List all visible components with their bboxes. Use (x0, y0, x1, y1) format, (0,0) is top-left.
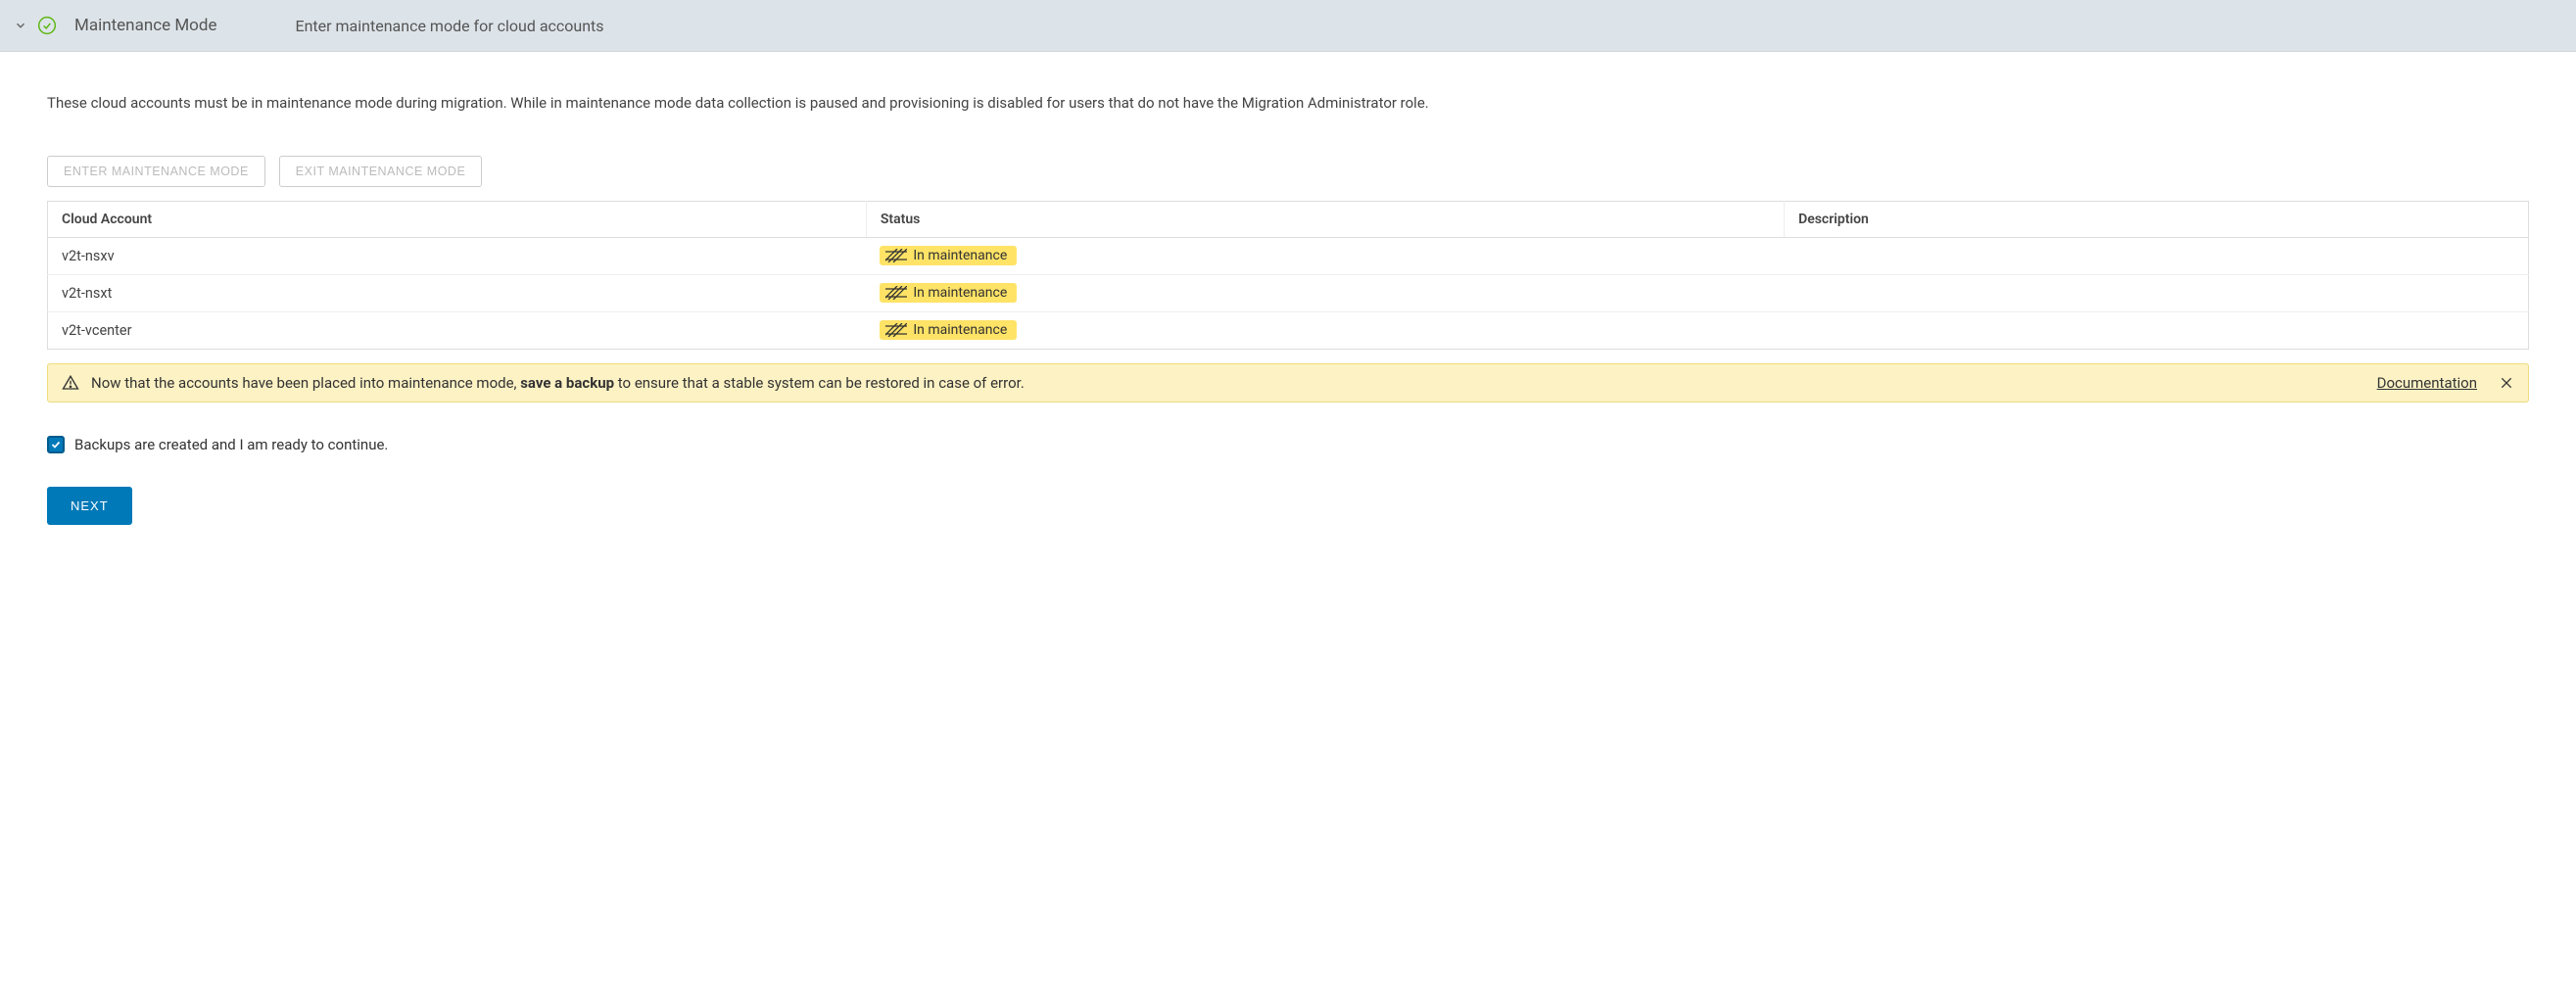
step-title: Maintenance Mode (74, 16, 216, 35)
cell-description (1785, 274, 2529, 311)
status-label: In maintenance (913, 322, 1007, 338)
exit-maintenance-button[interactable]: EXIT MAINTENANCE MODE (279, 156, 482, 187)
next-button[interactable]: NEXT (47, 487, 132, 525)
main-content: These cloud accounts must be in maintena… (0, 52, 2576, 564)
table-header-description[interactable]: Description (1785, 201, 2529, 237)
alert-text-suffix: to ensure that a stable system can be re… (614, 374, 1025, 392)
cell-account: v2t-nsxv (48, 237, 867, 274)
alert-text-bold: save a backup (520, 374, 614, 392)
close-icon[interactable] (2499, 375, 2514, 391)
status-success-icon (37, 16, 57, 35)
status-label: In maintenance (913, 248, 1007, 263)
step-subtitle: Enter maintenance mode for cloud account… (295, 17, 603, 35)
description-text: These cloud accounts must be in maintena… (47, 91, 2529, 117)
confirm-checkbox[interactable] (47, 436, 65, 453)
status-label: In maintenance (913, 285, 1007, 301)
table-row[interactable]: v2t-nsxt In maintenance (48, 274, 2529, 311)
maintenance-icon (885, 249, 907, 262)
alert-text: Now that the accounts have been placed i… (91, 374, 2365, 392)
chevron-down-icon[interactable] (10, 19, 31, 32)
cell-description (1785, 311, 2529, 349)
confirm-checkbox-row: Backups are created and I am ready to co… (47, 436, 2529, 453)
warning-icon (62, 374, 79, 392)
cell-account: v2t-vcenter (48, 311, 867, 349)
cell-status: In maintenance (866, 311, 1784, 349)
alert-text-prefix: Now that the accounts have been placed i… (91, 374, 520, 392)
maintenance-icon (885, 323, 907, 337)
table-row[interactable]: v2t-vcenter In maintenance (48, 311, 2529, 349)
cell-description (1785, 237, 2529, 274)
enter-maintenance-button[interactable]: ENTER MAINTENANCE MODE (47, 156, 265, 187)
table-header-account[interactable]: Cloud Account (48, 201, 867, 237)
step-header: Maintenance Mode Enter maintenance mode … (0, 0, 2576, 52)
table-header-status[interactable]: Status (866, 201, 1784, 237)
status-badge: In maintenance (880, 283, 1017, 303)
cell-status: In maintenance (866, 237, 1784, 274)
table-row[interactable]: v2t-nsxv In maintenance (48, 237, 2529, 274)
info-alert: Now that the accounts have been placed i… (47, 363, 2529, 402)
accounts-table: Cloud Account Status Description v2t-nsx… (47, 201, 2529, 350)
mode-button-row: ENTER MAINTENANCE MODE EXIT MAINTENANCE … (47, 156, 2529, 187)
status-badge: In maintenance (880, 320, 1017, 340)
status-badge: In maintenance (880, 246, 1017, 265)
confirm-checkbox-label: Backups are created and I am ready to co… (74, 436, 388, 453)
documentation-link[interactable]: Documentation (2377, 374, 2477, 392)
cell-status: In maintenance (866, 274, 1784, 311)
cell-account: v2t-nsxt (48, 274, 867, 311)
maintenance-icon (885, 286, 907, 300)
